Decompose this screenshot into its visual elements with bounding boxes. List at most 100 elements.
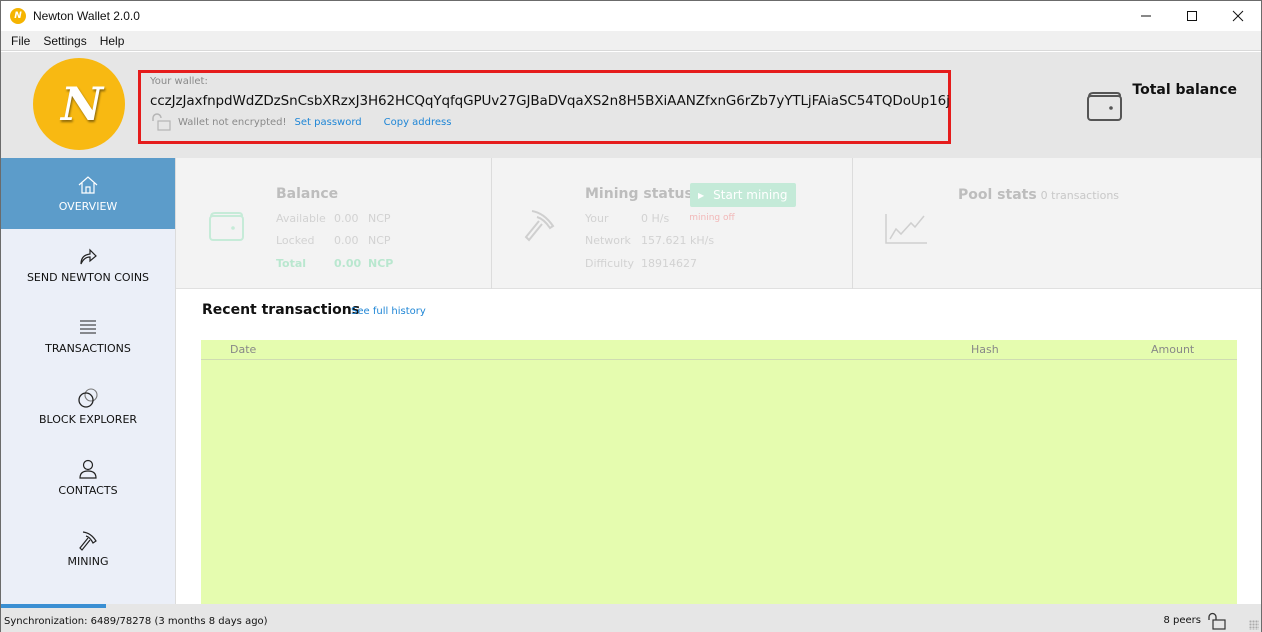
mining-title: Mining status [585,186,693,202]
recent-transactions-panel: Recent transactions See full history Dat… [176,289,1261,604]
recent-transactions-title: Recent transactions [202,302,361,318]
minimize-icon [1141,15,1151,17]
total-balance: Total balance [1086,82,1237,122]
row-label: Available [276,211,326,225]
user-icon [79,459,97,479]
row-unit: NCP [368,256,394,270]
column-date[interactable]: Date [230,343,256,356]
sidebar-item-contacts[interactable]: CONTACTS [1,442,175,513]
maximize-button[interactable] [1169,1,1215,31]
row-label: Network [585,234,631,248]
balance-rows: Available 0.00 NCP Locked 0.00 NCP Total… [276,207,393,275]
peers-count: 8 peers [1163,615,1201,626]
wallet-icon [209,212,244,241]
wallet-icon [1087,92,1123,121]
wallet-label: Your wallet: [150,76,208,87]
close-button[interactable] [1215,1,1261,31]
mining-row-network: Network 157.621 kH/s [585,230,735,253]
mining-card: Mining status ▶ Start mining Your 0 H/s … [492,158,853,289]
sidebar-item-overview[interactable]: OVERVIEW [1,158,175,229]
newton-logo: N [33,58,125,150]
app-window: N Newton Wallet 2.0.0 File Settings Help… [0,0,1262,632]
row-label: Your [585,211,609,225]
row-label: Locked [276,234,315,248]
start-mining-button[interactable]: ▶ Start mining [690,183,796,207]
title-bar: N Newton Wallet 2.0.0 [1,1,1261,31]
app-logo-icon: N [10,8,26,24]
column-hash[interactable]: Hash [971,343,999,356]
menu-help[interactable]: Help [95,34,131,48]
sidebar-item-label: SEND NEWTON COINS [26,271,150,284]
row-value: 0.00 [334,234,359,248]
row-value: 0.00 [334,256,362,270]
logo-glyph: N [60,77,103,131]
wallet-address[interactable]: cczJzJaxfnpdWdZDzSnCsbXRzxJ3H62HCQqYqfqG… [150,93,950,109]
play-icon: ▶ [698,190,705,200]
start-mining-label: Start mining [713,188,788,202]
balance-card: Balance Available 0.00 NCP Locked 0.00 N… [176,158,492,289]
balance-row-total: Total 0.00 NCP [276,252,393,275]
sidebar-item-label: TRANSACTIONS [45,342,131,355]
mining-rows: Your 0 H/s mining off Network 157.621 kH… [585,207,735,275]
copy-address-link[interactable]: Copy address [384,117,452,128]
table-header: Date Hash Amount [201,340,1237,360]
window-controls [1123,1,1261,31]
home-icon [78,176,98,194]
wallet-header: N Your wallet: cczJzJaxfnpdWdZDzSnCsbXRz… [1,52,1261,158]
mining-row-your: Your 0 H/s mining off [585,207,735,230]
row-value: 157.621 kH/s [641,234,715,248]
unlocked-icon [152,113,171,131]
pickaxe-icon [79,531,97,551]
column-amount[interactable]: Amount [1151,343,1194,356]
minimize-button[interactable] [1123,1,1169,31]
row-unit: NCP [368,234,391,248]
row-label: Difficulty [585,256,635,270]
menu-bar: File Settings Help [1,31,1261,51]
unlocked-icon[interactable] [1207,612,1227,630]
window-title: Newton Wallet 2.0.0 [33,9,140,23]
sidebar-item-mining[interactable]: MINING [1,513,175,584]
pool-stats-subtitle: 0 transactions [1040,189,1120,202]
balance-row-available: Available 0.00 NCP [276,207,393,230]
sidebar-item-label: OVERVIEW [58,200,118,213]
pool-stats-card: Pool stats 0 transactions [853,158,1261,289]
sidebar: OVERVIEW SEND NEWTON COINS TRANSACTIONS … [1,158,176,604]
sidebar-item-label: CONTACTS [58,484,118,497]
close-icon [1232,10,1244,22]
sidebar-item-send-newton-coins[interactable]: SEND NEWTON COINS [1,229,175,300]
set-password-link[interactable]: Set password [295,117,362,128]
pool-stats-title: Pool stats 0 transactions [958,187,1119,203]
row-value: 0.00 [334,211,359,225]
circles-icon [78,388,98,408]
pool-stats-label: Pool stats [958,187,1037,203]
wallet-info-box: Your wallet: cczJzJaxfnpdWdZDzSnCsbXRzxJ… [138,70,951,144]
menu-file[interactable]: File [6,34,36,48]
list-icon [80,320,96,334]
balance-row-locked: Locked 0.00 NCP [276,230,393,253]
balance-title: Balance [276,186,339,202]
sync-status: Synchronization: 6489/78278 (3 months 8 … [4,615,268,627]
encryption-status: Wallet not encrypted! [178,116,287,128]
see-full-history-link[interactable]: See full history [351,306,426,317]
mining-status-text: mining off [689,213,735,224]
sidebar-item-label: MINING [67,555,109,568]
resize-grip[interactable] [1249,620,1259,630]
row-value: 0 H/s [641,211,670,225]
sidebar-item-block-explorer[interactable]: BLOCK EXPLORER [1,371,175,442]
row-label: Total [276,256,307,270]
row-value: 18914627 [641,256,697,270]
transactions-table: Date Hash Amount [201,340,1237,604]
pickaxe-icon [524,210,555,242]
row-unit: NCP [368,211,391,225]
mining-row-difficulty: Difficulty 18914627 [585,252,735,275]
chart-line-icon [885,214,927,244]
status-bar: Synchronization: 6489/78278 (3 months 8 … [1,610,1261,632]
menu-settings[interactable]: Settings [38,34,92,48]
wallet-meta: Wallet not encrypted! Set password Copy … [150,113,948,131]
maximize-icon [1187,11,1197,21]
sidebar-item-transactions[interactable]: TRANSACTIONS [1,300,175,371]
overview-cards: Balance Available 0.00 NCP Locked 0.00 N… [176,158,1261,289]
send-arrow-icon [80,248,97,265]
total-balance-label: Total balance [1132,82,1237,98]
sync-progress-fill [1,604,106,608]
